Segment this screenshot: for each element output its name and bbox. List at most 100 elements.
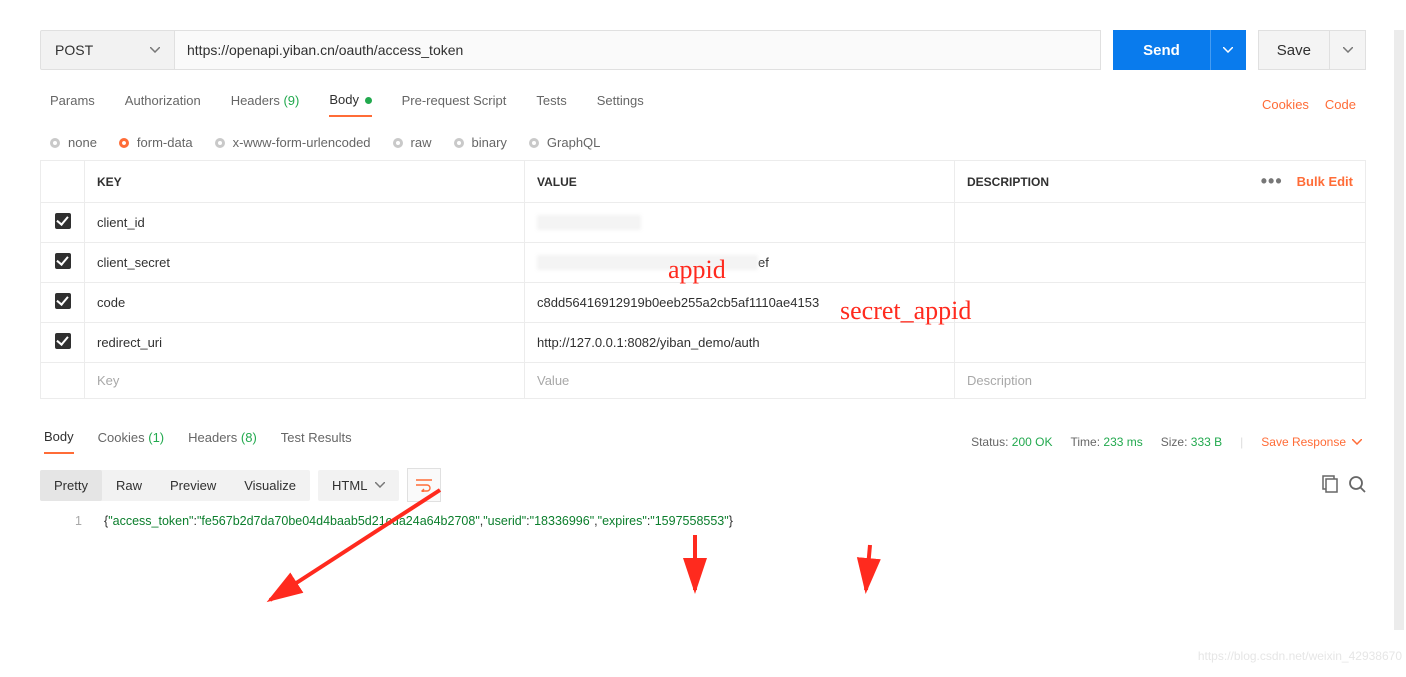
http-method-value: POST	[55, 42, 93, 58]
lang-select[interactable]: HTML	[318, 470, 399, 501]
annotation-appid: appid	[668, 255, 726, 285]
desc-input[interactable]	[967, 335, 1353, 350]
resp-tab-headers-label: Headers	[188, 430, 237, 445]
row-checkbox[interactable]	[55, 213, 71, 229]
chevron-down-icon	[1352, 439, 1362, 445]
table-row: xxxxxxxxxxxxxxxx	[41, 203, 1366, 243]
radio-binary-label: binary	[472, 135, 507, 150]
send-button[interactable]: Send	[1113, 30, 1210, 70]
response-body: 1 {"access_token":"fe567b2d7da70be04d4ba…	[40, 514, 1366, 528]
radio-graphql-label: GraphQL	[547, 135, 600, 150]
tab-headers[interactable]: Headers (9)	[231, 93, 300, 116]
radio-xwww[interactable]: x-www-form-urlencoded	[215, 135, 371, 150]
value-input[interactable]	[537, 335, 942, 350]
radio-none[interactable]: none	[50, 135, 97, 150]
viewmode-pretty[interactable]: Pretty	[40, 470, 102, 501]
resp-tab-test-results[interactable]: Test Results	[281, 430, 352, 453]
search-icon[interactable]	[1348, 475, 1366, 496]
value-suffix: ef	[758, 255, 769, 270]
lang-value: HTML	[332, 478, 367, 493]
request-url-input[interactable]	[175, 30, 1101, 70]
desc-input[interactable]	[967, 295, 1353, 310]
chevron-down-icon	[375, 482, 385, 488]
radio-graphql[interactable]: GraphQL	[529, 135, 600, 150]
send-dropdown-button[interactable]	[1210, 30, 1246, 70]
row-checkbox[interactable]	[55, 333, 71, 349]
tab-prerequest[interactable]: Pre-request Script	[402, 93, 507, 116]
radio-formdata[interactable]: form-data	[119, 135, 193, 150]
http-method-select[interactable]: POST	[40, 30, 175, 70]
size-value: 333 B	[1191, 435, 1222, 449]
tab-headers-label: Headers	[231, 93, 280, 108]
table-row-empty	[41, 363, 1366, 399]
resp-tab-body[interactable]: Body	[44, 429, 74, 454]
code-link[interactable]: Code	[1325, 97, 1356, 112]
save-button[interactable]: Save	[1258, 30, 1330, 70]
response-json[interactable]: {"access_token":"fe567b2d7da70be04d4baab…	[104, 514, 733, 528]
key-input[interactable]	[97, 335, 512, 350]
radio-formdata-label: form-data	[137, 135, 193, 150]
key-input[interactable]	[97, 295, 512, 310]
table-row	[41, 323, 1366, 363]
dot-icon	[365, 97, 372, 104]
annotation-secret-appid: secret_appid	[840, 296, 971, 326]
th-key: KEY	[85, 161, 525, 203]
chevron-down-icon	[1223, 47, 1233, 53]
viewmode-raw[interactable]: Raw	[102, 470, 156, 501]
chevron-down-icon	[1343, 47, 1353, 53]
cookies-link[interactable]: Cookies	[1262, 97, 1309, 112]
key-input[interactable]	[97, 215, 512, 230]
time-label: Time:	[1070, 435, 1100, 449]
chevron-down-icon	[150, 47, 160, 53]
th-description: DESCRIPTION ••• Bulk Edit	[955, 161, 1366, 203]
bulk-edit-link[interactable]: Bulk Edit	[1297, 174, 1353, 189]
resp-tab-headers[interactable]: Headers (8)	[188, 430, 257, 453]
save-response-button[interactable]: Save Response	[1261, 435, 1362, 449]
size-label: Size:	[1161, 435, 1188, 449]
tab-tests[interactable]: Tests	[536, 93, 566, 116]
tab-body[interactable]: Body	[329, 92, 371, 117]
copy-icon[interactable]	[1320, 475, 1338, 496]
radio-xwww-label: x-www-form-urlencoded	[233, 135, 371, 150]
time-value: 233 ms	[1103, 435, 1142, 449]
desc-input-empty[interactable]	[967, 373, 1353, 388]
desc-input[interactable]	[967, 215, 1353, 230]
radio-binary[interactable]: binary	[454, 135, 507, 150]
status-value: 200 OK	[1012, 435, 1053, 449]
cookies-count: (1)	[148, 430, 164, 445]
th-description-label: DESCRIPTION	[967, 175, 1049, 189]
blurred-value: xxxxxxxxxxxxxxxx	[537, 215, 641, 230]
value-input-empty[interactable]	[537, 373, 942, 388]
row-checkbox[interactable]	[55, 253, 71, 269]
table-row	[41, 283, 1366, 323]
desc-input[interactable]	[967, 255, 1353, 270]
line-number: 1	[40, 514, 90, 528]
arrow-icon	[850, 540, 890, 610]
tab-authorization[interactable]: Authorization	[125, 93, 201, 116]
tab-settings[interactable]: Settings	[597, 93, 644, 116]
radio-raw-label: raw	[411, 135, 432, 150]
th-value: VALUE	[525, 161, 955, 203]
arrow-icon	[675, 530, 715, 610]
radio-none-label: none	[68, 135, 97, 150]
radio-raw[interactable]: raw	[393, 135, 432, 150]
viewmode-preview[interactable]: Preview	[156, 470, 230, 501]
save-response-label: Save Response	[1261, 435, 1346, 449]
key-input[interactable]	[97, 255, 512, 270]
save-dropdown-button[interactable]	[1330, 30, 1366, 70]
status-label: Status:	[971, 435, 1008, 449]
resp-tab-cookies[interactable]: Cookies (1)	[98, 430, 164, 453]
headers-count: (9)	[283, 93, 299, 108]
viewmode-visualize[interactable]: Visualize	[230, 470, 310, 501]
th-checkbox	[41, 161, 85, 203]
row-checkbox[interactable]	[55, 293, 71, 309]
more-icon[interactable]: •••	[1261, 171, 1283, 192]
tab-params[interactable]: Params	[50, 93, 95, 116]
resp-headers-count: (8)	[241, 430, 257, 445]
resp-tab-cookies-label: Cookies	[98, 430, 145, 445]
tab-body-label: Body	[329, 92, 359, 107]
key-input-empty[interactable]	[97, 373, 512, 388]
watermark: https://blog.csdn.net/weixin_42938670	[1198, 649, 1402, 663]
scrollbar[interactable]	[1394, 30, 1404, 630]
wrap-icon[interactable]	[407, 468, 441, 502]
